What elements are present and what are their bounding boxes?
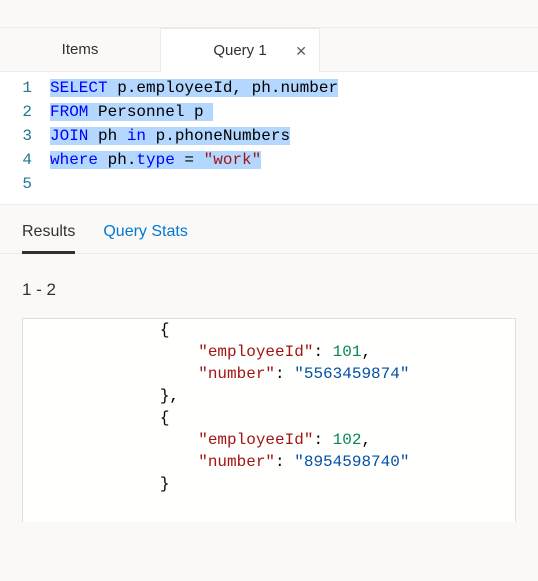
tab-items-label: Items [30, 41, 130, 58]
results-count: 1 - 2 [0, 254, 538, 318]
tab-query-stats[interactable]: Query Stats [103, 223, 187, 254]
tab-query-1-label: Query 1 [191, 42, 289, 59]
line-number: 5 [0, 172, 32, 196]
json-line: { [23, 319, 515, 341]
line-number: 1 [0, 76, 32, 100]
code-line-4: where ph.type = "work" [50, 148, 530, 172]
sql-editor[interactable]: 1 2 3 4 5 SELECT p.employeeId, ph.number… [0, 72, 538, 205]
line-number: 2 [0, 100, 32, 124]
json-line: "number": "8954598740" [23, 451, 515, 473]
code-line-1: SELECT p.employeeId, ph.number [50, 76, 530, 100]
code-line-2: FROM Personnel p [50, 100, 530, 124]
close-icon[interactable]: ✕ [295, 44, 307, 58]
json-line: "employeeId": 102, [23, 429, 515, 451]
line-number: 4 [0, 148, 32, 172]
results-json[interactable]: { "employeeId": 101, "number": "55634598… [22, 318, 516, 522]
code-area[interactable]: SELECT p.employeeId, ph.number FROM Pers… [50, 76, 538, 196]
tab-results[interactable]: Results [22, 223, 75, 254]
line-gutter: 1 2 3 4 5 [0, 76, 50, 196]
json-line: }, [23, 385, 515, 407]
json-line: } [23, 473, 515, 495]
top-toolbar [0, 0, 538, 28]
json-line: { [23, 407, 515, 429]
json-line: "employeeId": 101, [23, 341, 515, 363]
results-tabs: Results Query Stats [0, 205, 538, 254]
code-line-5 [50, 172, 530, 196]
line-number: 3 [0, 124, 32, 148]
tab-query-1[interactable]: Query 1 ✕ [160, 28, 320, 72]
editor-tabs: Items Query 1 ✕ [0, 28, 538, 72]
tab-items[interactable]: Items [0, 28, 160, 71]
code-line-3: JOIN ph in p.phoneNumbers [50, 124, 530, 148]
json-line: "number": "5563459874" [23, 363, 515, 385]
